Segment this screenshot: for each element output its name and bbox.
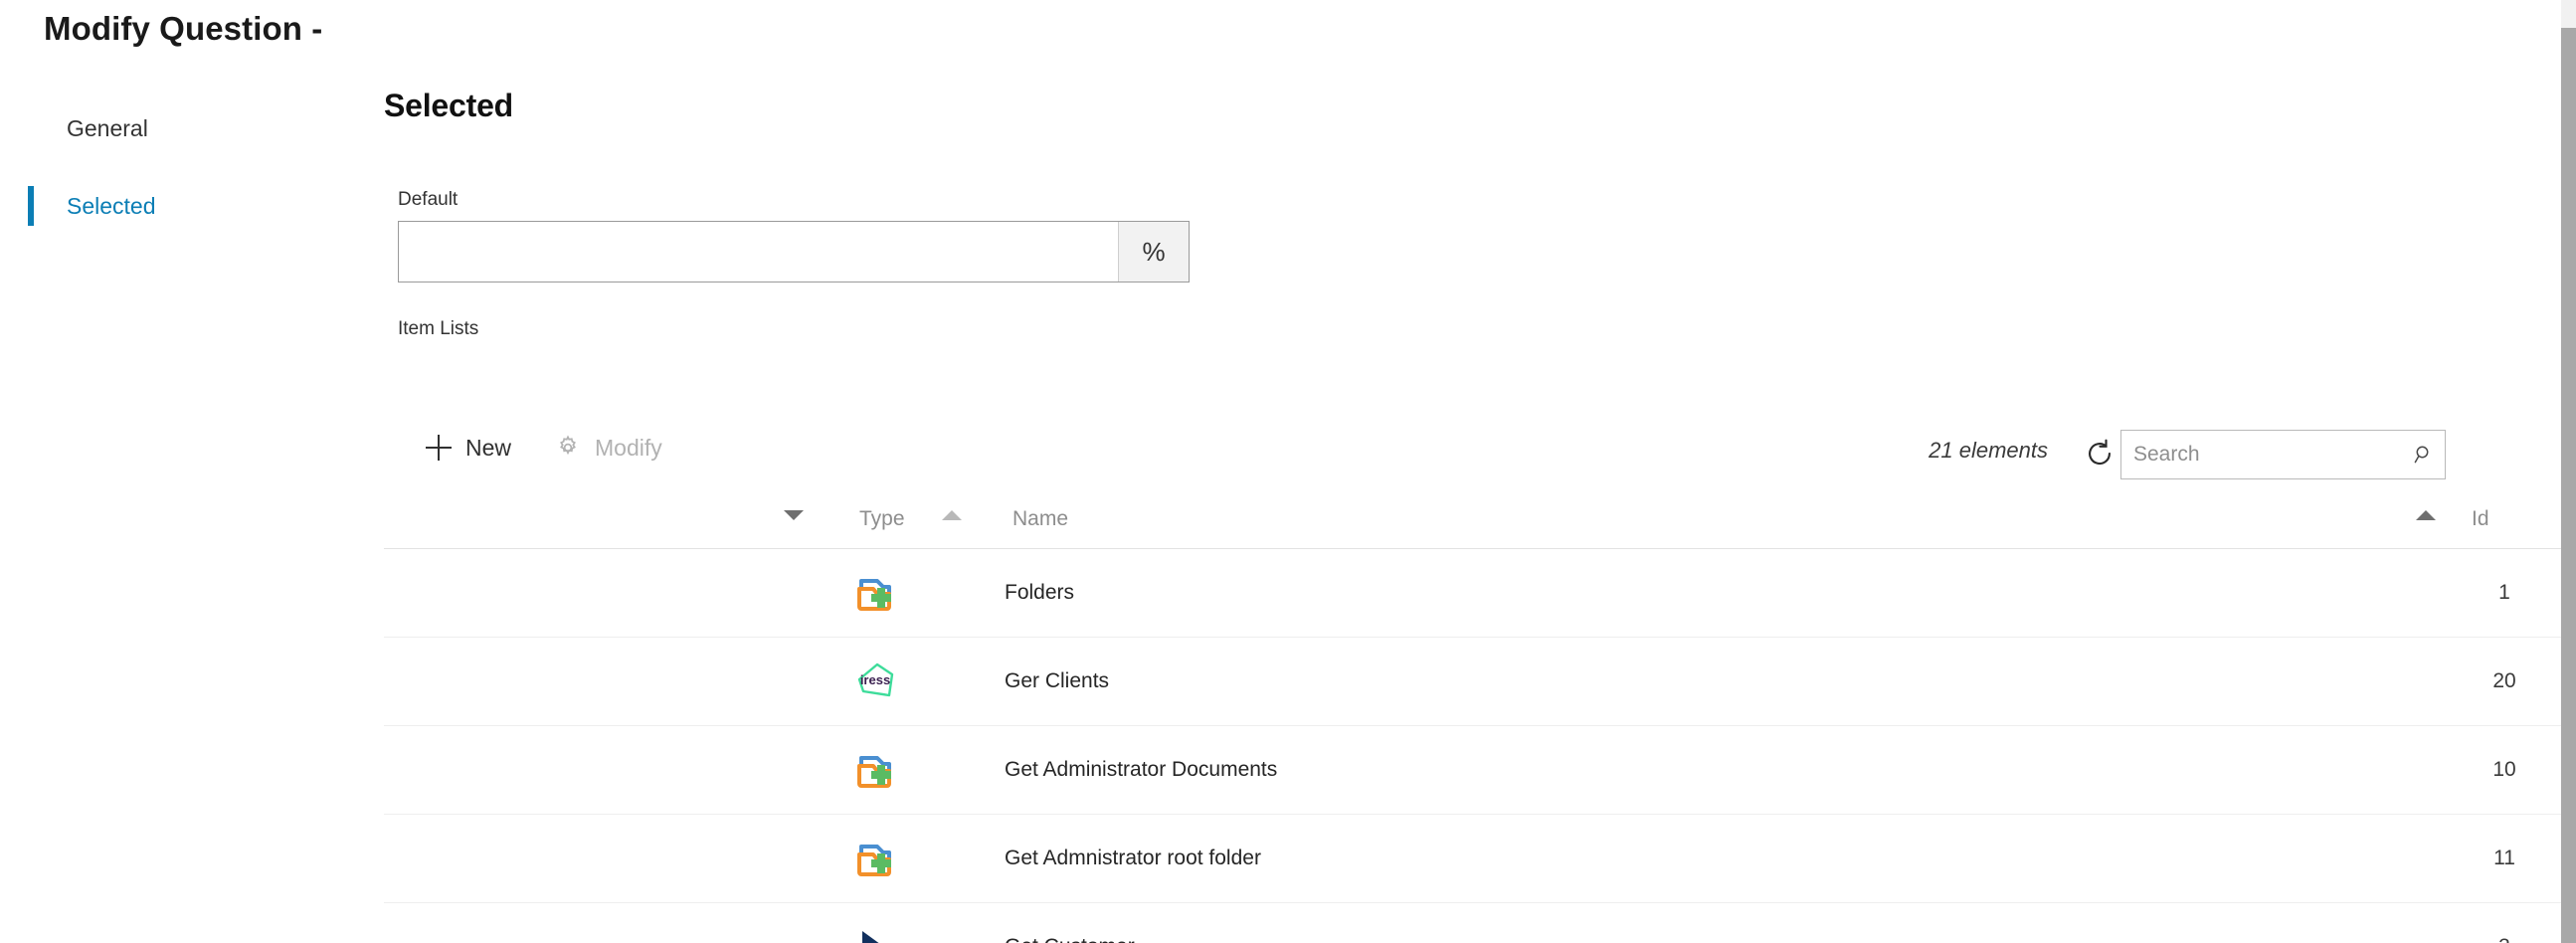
section-title: Selected [384,88,514,123]
row-name: Folders [1005,581,1075,604]
iress-logo-icon: iress [847,654,903,709]
elements-count: 21 elements [1929,438,2048,463]
search-input[interactable] [2121,443,2403,467]
page-title: Modify Question - [44,10,323,47]
modify-button-label: Modify [595,434,662,461]
items-table: Type Name Id Folders 1 iress Ger Clients… [384,490,2576,943]
table-row[interactable]: Get Admnistrator root folder 11 [384,815,2563,903]
search-icon[interactable] [2403,443,2445,467]
new-button-label: New [465,434,512,461]
page-scroll-up-button[interactable] [2561,0,2576,16]
main-content: Selected Default % Item Lists New Modify… [384,0,2576,943]
row-id: 11 [2493,847,2515,869]
column-header-name[interactable]: Name [1012,490,1068,548]
sidebar-item-label: Selected [67,192,156,219]
sidebar-item-selected[interactable]: Selected [0,167,368,245]
percent-suffix: % [1118,222,1189,282]
default-input[interactable] [399,222,1118,282]
item-lists-label: Item Lists [398,318,479,339]
sidebar-item-label: General [67,114,148,141]
row-id: 1 [2498,581,2510,604]
gear-icon [555,435,581,461]
row-name: Get Admnistrator root folder [1005,847,1261,869]
table-row[interactable]: Folders 1 [384,549,2563,638]
refresh-icon[interactable] [2083,437,2116,471]
default-input-group: % [398,221,1190,283]
row-name: Get Customer [1005,935,1135,943]
grid-toolbar: New Modify 21 elements [384,413,2563,490]
row-id: 10 [2492,758,2516,781]
table-row[interactable]: iress Ger Clients 20 [384,638,2563,726]
table-row[interactable]: Get Administrator Documents 10 [384,726,2563,815]
table-header-row: Type Name Id [384,490,2576,549]
sidebar-item-general[interactable]: General [0,90,368,167]
default-field-label: Default [398,189,459,210]
row-id: 20 [2492,669,2516,692]
sort-asc-arrow-type[interactable] [942,510,962,520]
navy-flag-icon [847,919,903,943]
folder-plus-icon [847,831,903,886]
row-name: Get Administrator Documents [1005,758,1278,781]
table-body: Folders 1 iress Ger Clients 20 Get Admin… [384,549,2563,943]
row-name: Ger Clients [1005,669,1110,692]
folder-plus-icon [847,742,903,798]
table-row[interactable]: Get Customer 3 [384,903,2563,943]
new-button[interactable]: New [426,427,511,469]
column-header-id[interactable]: Id [2472,490,2489,548]
modify-button[interactable]: Modify [555,427,662,469]
sidebar-active-marker [28,186,34,226]
page-scrollbar-thumb[interactable] [2561,28,2576,943]
column-header-type[interactable]: Type [859,490,905,548]
sidebar: General Selected [0,90,368,245]
svg-text:iress: iress [860,672,890,687]
sort-desc-arrow-type[interactable] [784,510,804,520]
search-box [2120,430,2446,479]
plus-icon [426,435,452,461]
folder-plus-icon [847,565,903,621]
row-id: 3 [2425,935,2576,943]
sort-asc-arrow-name[interactable] [2416,510,2436,520]
page-vertical-scrollbar[interactable] [2561,0,2576,943]
item-lists-grid: New Modify 21 elements Search Type Name … [384,413,2576,943]
app-root: Modify Question - General Selected Selec… [0,0,2576,943]
